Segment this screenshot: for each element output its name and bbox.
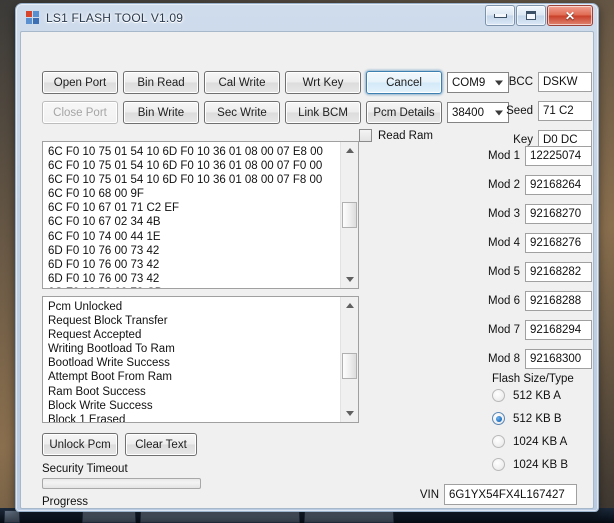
app-icon <box>26 11 39 24</box>
application-window: LS1 FLASH TOOL V1.09 ✕ Open Port Bin Rea… <box>15 3 599 512</box>
scrollbar-thumb[interactable] <box>342 202 357 228</box>
checkbox-icon <box>359 129 372 142</box>
vin-field[interactable]: 6G1YX54FX4L167427 <box>444 484 577 505</box>
flash-option-label: 1024 KB B <box>513 458 568 471</box>
unlock-pcm-button[interactable]: Unlock Pcm <box>42 433 118 456</box>
mod-1-label: Mod 1 <box>488 150 520 162</box>
read-ram-checkbox[interactable]: Read Ram <box>359 129 433 142</box>
mod-8-label: Mod 8 <box>488 353 520 365</box>
pcm-details-button[interactable]: Pcm Details <box>366 101 442 124</box>
bcc-label: BCC <box>508 76 533 88</box>
mod-6-label: Mod 6 <box>488 295 520 307</box>
scroll-down-icon[interactable] <box>341 405 358 422</box>
open-port-button[interactable]: Open Port <box>42 71 118 94</box>
mod-3-label: Mod 3 <box>488 208 520 220</box>
radio-icon <box>492 389 505 402</box>
scroll-up-icon[interactable] <box>341 297 358 314</box>
scroll-down-icon[interactable] <box>341 271 358 288</box>
bin-read-button[interactable]: Bin Read <box>123 71 199 94</box>
mod-5-label: Mod 5 <box>488 266 520 278</box>
vin-label: VIN <box>419 489 439 501</box>
flash-option-label: 1024 KB A <box>513 435 568 448</box>
com-port-select[interactable]: COM9 <box>447 72 509 93</box>
mod-7-field[interactable]: 92168294 <box>525 320 592 340</box>
flash-option-512-kb-b[interactable]: 512 KB B <box>492 412 562 425</box>
scrollbar-thumb[interactable] <box>342 353 357 379</box>
flash-option-label: 512 KB B <box>513 412 562 425</box>
seed-label: Seed <box>506 105 533 117</box>
progress-label: Progress <box>42 496 89 508</box>
flash-option-1024-kb-b[interactable]: 1024 KB B <box>492 458 568 471</box>
minimize-button[interactable] <box>485 5 515 26</box>
flash-size-type-label: Flash Size/Type <box>492 373 574 385</box>
hex-log-textarea[interactable]: 6C F0 10 75 01 54 10 6D F0 10 36 01 08 0… <box>42 141 359 289</box>
radio-icon <box>492 435 505 448</box>
mod-6-field[interactable]: 92168288 <box>525 291 592 311</box>
close-port-button[interactable]: Close Port <box>42 101 118 124</box>
maximize-button[interactable] <box>516 5 546 26</box>
read-ram-label: Read Ram <box>378 129 433 142</box>
flash-option-512-kb-a[interactable]: 512 KB A <box>492 389 561 402</box>
flash-option-label: 512 KB A <box>513 389 561 402</box>
bin-write-button[interactable]: Bin Write <box>123 101 199 124</box>
bcc-field[interactable]: DSKW <box>538 72 592 92</box>
cal-write-button[interactable]: Cal Write <box>204 71 280 94</box>
mod-7-label: Mod 7 <box>488 324 520 336</box>
security-timeout-progressbar <box>42 478 201 489</box>
seed-field[interactable]: 71 C2 <box>538 101 592 121</box>
client-area: Open Port Bin Read Cal Write Wrt Key Can… <box>20 31 594 509</box>
mod-2-label: Mod 2 <box>488 179 520 191</box>
cancel-button[interactable]: Cancel <box>366 71 442 94</box>
status-log-content: Pcm Unlocked Request Block Transfer Requ… <box>48 301 175 422</box>
key-label: Key <box>513 134 533 146</box>
mod-1-field[interactable]: 12225074 <box>525 146 592 166</box>
close-button[interactable]: ✕ <box>547 5 593 26</box>
status-log-textarea[interactable]: Pcm Unlocked Request Block Transfer Requ… <box>42 296 359 423</box>
clear-text-button[interactable]: Clear Text <box>125 433 197 456</box>
mod-4-field[interactable]: 92168276 <box>525 233 592 253</box>
window-title: LS1 FLASH TOOL V1.09 <box>46 10 184 25</box>
status-log-scrollbar[interactable] <box>340 297 358 422</box>
flash-option-1024-kb-a[interactable]: 1024 KB A <box>492 435 567 448</box>
mod-8-field[interactable]: 92168300 <box>525 349 592 369</box>
mod-5-field[interactable]: 92168282 <box>525 262 592 282</box>
baud-rate-value: 38400 <box>452 106 484 119</box>
mod-3-field[interactable]: 92168270 <box>525 204 592 224</box>
mod-2-field[interactable]: 92168264 <box>525 175 592 195</box>
radio-icon <box>492 458 505 471</box>
window-controls: ✕ <box>485 5 593 26</box>
radio-icon-selected <box>492 412 505 425</box>
wrt-key-button[interactable]: Wrt Key <box>285 71 361 94</box>
sec-write-button[interactable]: Sec Write <box>204 101 280 124</box>
security-timeout-label: Security Timeout <box>42 463 128 475</box>
title-bar[interactable]: LS1 FLASH TOOL V1.09 ✕ <box>20 4 594 31</box>
com-port-value: COM9 <box>452 76 486 89</box>
link-bcm-button[interactable]: Link BCM <box>285 101 361 124</box>
hex-log-scrollbar[interactable] <box>340 142 358 288</box>
scroll-up-icon[interactable] <box>341 142 358 159</box>
mod-4-label: Mod 4 <box>488 237 520 249</box>
hex-log-content: 6C F0 10 75 01 54 10 6D F0 10 36 01 08 0… <box>48 146 323 288</box>
